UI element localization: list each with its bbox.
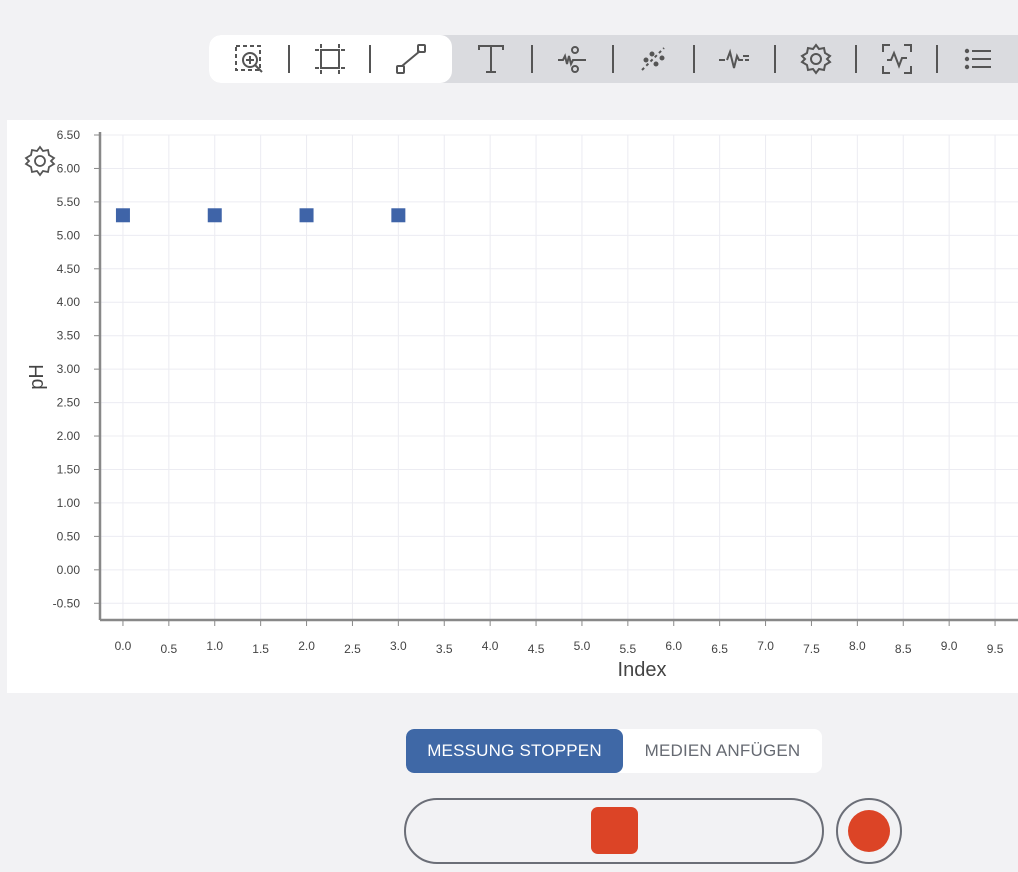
stop-recording-button[interactable]	[591, 807, 638, 854]
x-tick-label: 3.0	[390, 639, 407, 653]
x-tick-labels: 0.0 0.5 1.0 1.5 2.0 2.5 3.0 3.5 4.0 4.5 5.0 5.5 6.0 6…	[115, 639, 1004, 656]
x-tick-label: 9.5	[987, 642, 1004, 656]
data-point[interactable]	[115, 208, 130, 223]
x-tick-label: 4.0	[482, 639, 499, 653]
chart-panel: -0.50 0.00 0.50 1.00 1.50 2.00 2.50 3.00 3.50 4.0…	[7, 120, 1018, 693]
stem-plot-icon	[558, 46, 586, 73]
x-tick-label: 6.0	[665, 639, 682, 653]
data-point[interactable]	[207, 208, 222, 223]
y-tick-label: 1.00	[57, 496, 81, 510]
x-tick-label: 6.5	[711, 642, 728, 656]
data-point[interactable]	[299, 208, 314, 223]
data-point[interactable]	[391, 208, 406, 223]
ph-chart: -0.50 0.00 0.50 1.00 1.50 2.00 2.50 3.00 3.50 4.0…	[26, 128, 1018, 681]
fit-frame-button[interactable]	[308, 41, 352, 77]
x-tick-label: 7.0	[757, 639, 774, 653]
y-tick-label: 0.00	[57, 563, 81, 577]
zoom-region-button[interactable]	[227, 41, 271, 77]
y-tick-label: 4.50	[57, 262, 81, 276]
x-tick-label: 2.0	[298, 639, 315, 653]
text-icon	[478, 45, 504, 73]
x-tick-label: 2.5	[344, 642, 361, 656]
x-tick-label: 9.0	[941, 639, 958, 653]
toolbar-divider	[369, 45, 371, 73]
x-tick-label: 8.5	[895, 642, 912, 656]
x-tick-label: 5.5	[620, 642, 637, 656]
y-tick-label: 3.50	[57, 329, 81, 343]
stop-measurement-button[interactable]: MESSUNG STOPPEN	[406, 729, 623, 773]
x-tick-label: 7.5	[803, 642, 820, 656]
x-tick-label: 4.5	[528, 642, 545, 656]
zoom-region-icon	[235, 45, 263, 73]
toolbar-divider	[288, 45, 290, 73]
y-tick-label: 0.50	[57, 529, 81, 543]
toolbar-divider	[855, 45, 857, 73]
toolbar	[209, 35, 1018, 83]
x-tick-label: 0.0	[115, 639, 132, 653]
text-tool-button[interactable]	[469, 41, 513, 77]
y-tick-label: -0.50	[53, 596, 81, 610]
fit-frame-icon	[315, 44, 345, 74]
x-tick-label: 1.0	[206, 639, 223, 653]
x-tick-label: 5.0	[574, 639, 591, 653]
stem-plot-button[interactable]	[550, 41, 594, 77]
list-icon	[964, 48, 991, 70]
chart-settings-button[interactable]	[23, 144, 57, 178]
signal-icon	[719, 48, 749, 69]
record-button[interactable]	[848, 810, 890, 852]
y-tick-label: 6.00	[57, 161, 81, 175]
toolbar-divider	[612, 45, 614, 73]
gear-icon	[24, 145, 56, 177]
y-tick-label: 1.50	[57, 462, 81, 476]
measurement-actions: MESSUNG STOPPEN MEDIEN ANFÜGEN	[406, 729, 822, 773]
toolbar-divider	[774, 45, 776, 73]
list-button[interactable]	[956, 41, 1000, 77]
chart-axes	[94, 132, 1018, 626]
x-tick-label: 1.5	[252, 642, 269, 656]
y-axis-label: pH	[26, 364, 48, 390]
y-tick-label: 5.00	[57, 228, 81, 242]
trendline-icon	[641, 47, 665, 71]
y-tick-label: 6.50	[57, 128, 81, 142]
waveform-frame-button[interactable]	[875, 41, 919, 77]
x-tick-label: 8.0	[849, 639, 866, 653]
toolbar-divider	[531, 45, 533, 73]
x-axis-label: Index	[618, 659, 667, 681]
record-button-ring	[836, 798, 902, 864]
y-tick-label: 4.00	[57, 295, 81, 309]
x-tick-label: 0.5	[161, 642, 178, 656]
chart-grid	[100, 134, 1018, 620]
y-tick-label: 2.00	[57, 429, 81, 443]
trendline-button[interactable]	[631, 41, 675, 77]
connect-points-icon	[396, 44, 426, 74]
connect-points-button[interactable]	[389, 41, 433, 77]
recording-control-bar	[404, 798, 824, 864]
toolbar-divider	[693, 45, 695, 73]
gear-icon	[800, 43, 832, 75]
signal-button[interactable]	[712, 41, 756, 77]
x-tick-label: 3.5	[436, 642, 453, 656]
toolbar-divider	[936, 45, 938, 73]
y-tick-label: 5.50	[57, 195, 81, 209]
attach-media-button[interactable]: MEDIEN ANFÜGEN	[623, 729, 822, 773]
settings-tool-button[interactable]	[794, 41, 838, 77]
y-tick-labels: -0.50 0.00 0.50 1.00 1.50 2.00 2.50 3.00 3.50 4.0…	[53, 128, 81, 610]
waveform-frame-icon	[882, 44, 912, 74]
y-tick-label: 3.00	[57, 362, 81, 376]
y-tick-label: 2.50	[57, 396, 81, 410]
